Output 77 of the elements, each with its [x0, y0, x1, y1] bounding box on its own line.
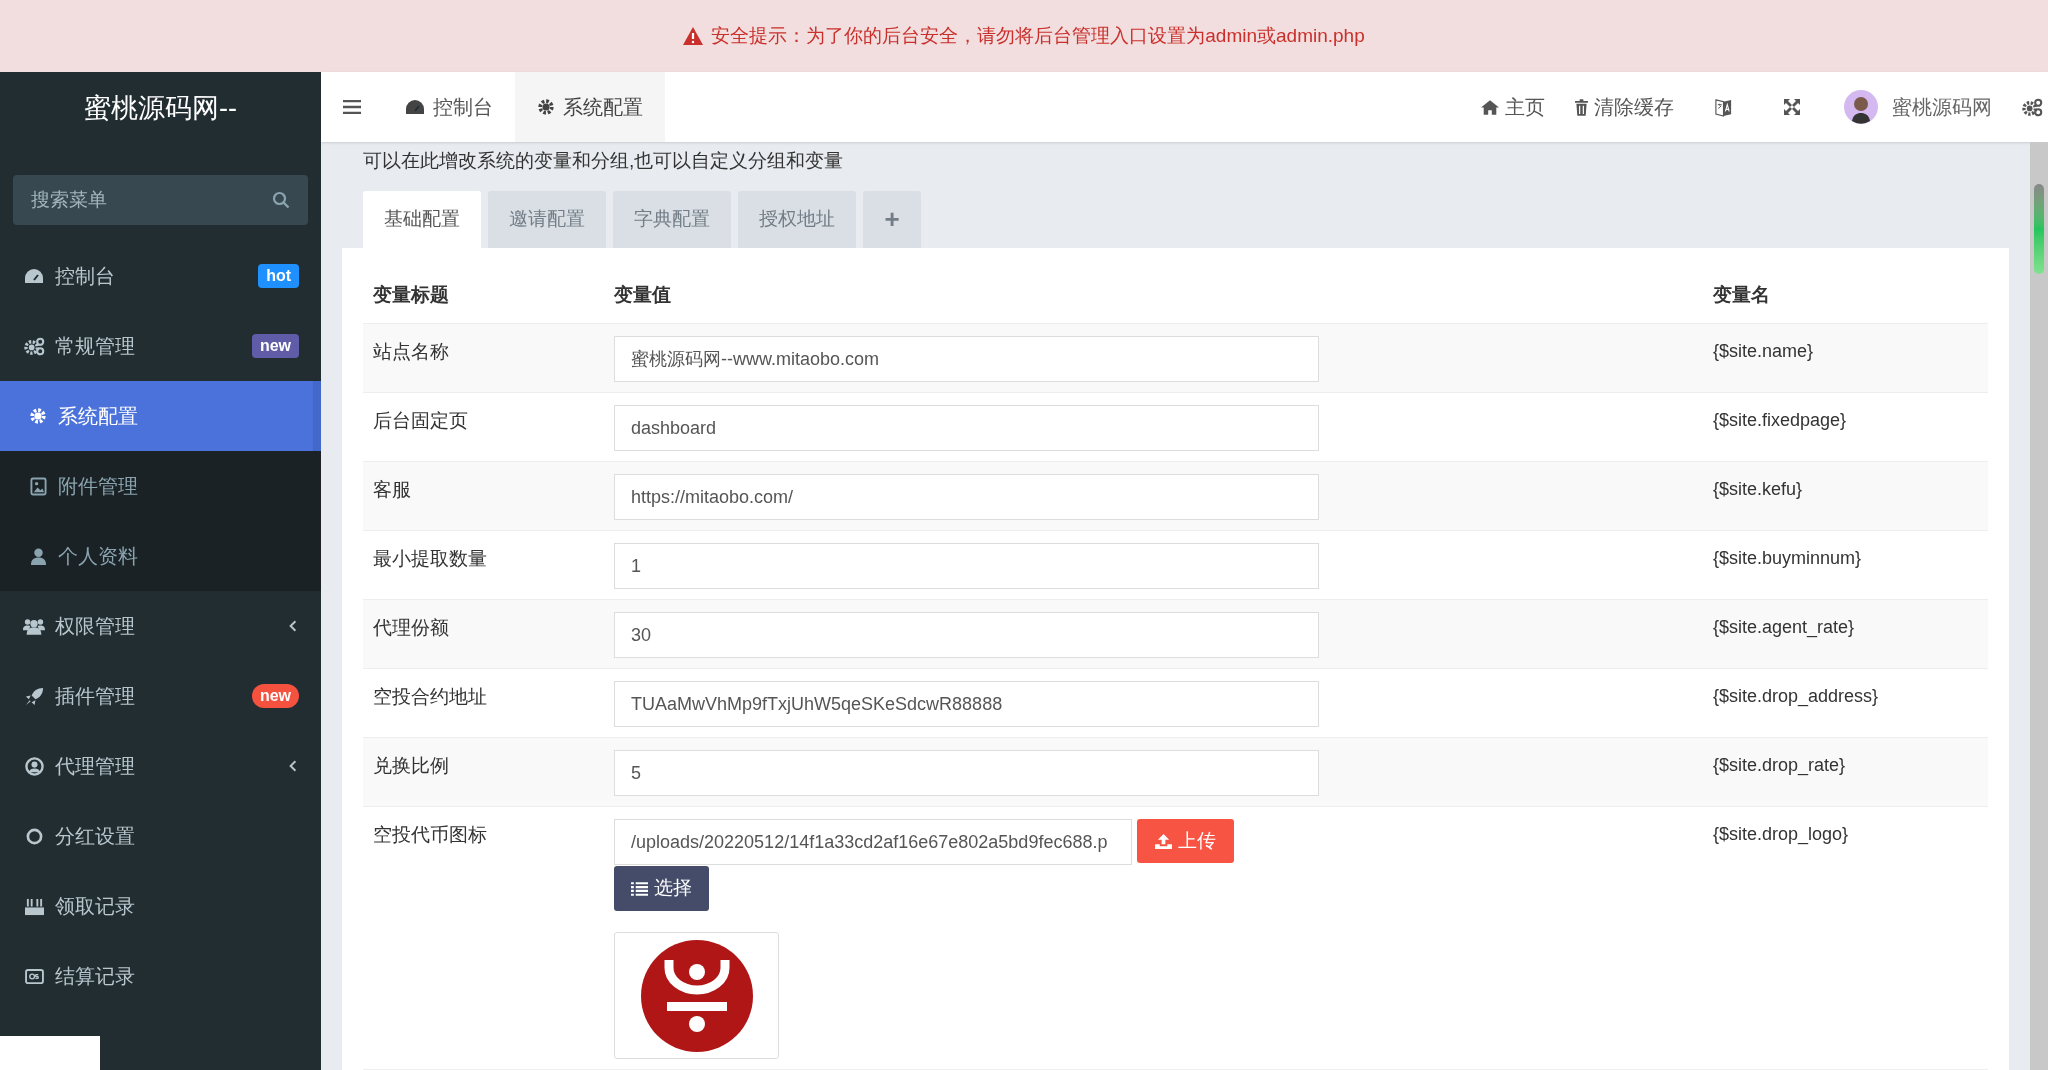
home-link[interactable]: 主页 [1466, 72, 1560, 142]
column-header: 变量名 [1703, 267, 1988, 324]
sidebar-item[interactable]: 控制台 hot [0, 241, 321, 311]
input-field[interactable]: 30 [614, 612, 1319, 658]
sidebar-subitem[interactable]: 个人资料 [0, 521, 321, 591]
search-icon [272, 191, 290, 209]
menu-icon [343, 100, 361, 114]
sidebar-item[interactable]: 插件管理 new [0, 661, 321, 731]
table-cell: 客服 [363, 461, 604, 531]
table-cell: 最小提取数量 [363, 530, 604, 600]
table-cell: 站点名称 [363, 323, 604, 393]
coin-logo-icon [640, 939, 753, 1052]
column-header: 变量值 [604, 267, 1703, 324]
sidebar-item[interactable]: 常规管理 new [0, 311, 321, 381]
table-cell: {$site.kefu} [1703, 461, 1988, 531]
sidebar-subitem[interactable]: 附件管理 [0, 451, 321, 521]
gear-icon [537, 98, 555, 116]
badge: new [251, 334, 299, 358]
config-tab[interactable]: 基础配置 [363, 190, 481, 248]
home-icon [1481, 99, 1499, 115]
input-field[interactable]: https://mitaobo.com/ [614, 474, 1319, 520]
input-field[interactable]: dashboard [614, 405, 1319, 451]
sidebar-item[interactable]: 代理管理 [0, 731, 321, 801]
input-field[interactable]: 1 [614, 543, 1319, 589]
table-cell: 后台固定页 [363, 392, 604, 462]
sidebar-subitem[interactable]: 系统配置 [0, 381, 321, 451]
expand-icon [1783, 98, 1801, 116]
input-field[interactable]: 蜜桃源码网--www.mitaobo.com [614, 336, 1319, 382]
column-header: 变量标题 [363, 267, 604, 324]
trash-icon [1575, 98, 1588, 116]
input-field[interactable]: /uploads/20220512/14f1a33cd2af16e67e802a5bd9fec688.p [614, 819, 1132, 865]
table-cell: 代理份额 [363, 599, 604, 669]
warning-icon [683, 27, 704, 45]
avatar [1844, 90, 1878, 124]
upload-icon [1155, 833, 1172, 849]
badge: new [251, 684, 299, 708]
user-menu[interactable]: 蜜桃源码网 [1826, 72, 2010, 142]
sidebar-item[interactable]: 权限管理 [0, 591, 321, 661]
cake-icon [23, 896, 45, 916]
gears-icon [2022, 97, 2043, 117]
badge: hot [258, 264, 299, 288]
site-logo: 蜜桃源码网-- [83, 92, 238, 126]
description-text: 可以在此增改系统的变量和分组,也可以自定义分组和变量 [362, 149, 845, 173]
user-circle-icon [23, 756, 45, 776]
table-cell: 兑换比例 [363, 737, 604, 807]
gear-icon [28, 407, 48, 425]
scrollbar-thumb[interactable] [2034, 184, 2044, 274]
dashboard-icon [23, 268, 45, 284]
user-icon [28, 547, 48, 565]
clear-cache-button[interactable]: 清除缓存 [1560, 72, 1689, 142]
nav-tab[interactable]: 控制台 [383, 72, 515, 142]
table-cell: {$site.drop_rate} [1703, 737, 1988, 807]
users-icon [23, 617, 45, 635]
input-field[interactable]: TUAaMwVhMp9fTxjUhW5qeSKeSdcwR88888 [614, 681, 1319, 727]
table-cell: {$site.agent_rate} [1703, 599, 1988, 669]
list-icon [631, 881, 648, 896]
sidebar-item[interactable]: 分红设置 [0, 801, 321, 871]
sidebar-item[interactable]: 领取记录 [0, 871, 321, 941]
table-cell: {$site.fixedpage} [1703, 392, 1988, 462]
rocket-icon [23, 686, 45, 706]
table-cell: {$site.buyminnum} [1703, 530, 1988, 600]
dashboard-icon [405, 99, 425, 115]
table-cell: {$site.drop_address} [1703, 668, 1988, 738]
table-cell: {$site.name} [1703, 323, 1988, 393]
table-cell: 空投合约地址 [363, 668, 604, 738]
image-icon [28, 476, 48, 496]
sidebar-item[interactable]: 结算记录 [0, 941, 321, 1011]
table-cell: {$site.drop_logo} [1703, 806, 1988, 1070]
nav-tab[interactable]: 系统配置 [515, 72, 665, 142]
table-cell: 空投代币图标 [363, 806, 604, 1070]
card-icon [23, 968, 45, 984]
alert-text: 安全提示：为了你的后台安全，请勿将后台管理入口设置为admin或admin.php [711, 23, 1365, 48]
search-field[interactable]: 搜索菜单 [13, 175, 308, 225]
translate-icon [1714, 97, 1733, 117]
choose-button[interactable]: 选择 [614, 866, 709, 911]
gears-icon [23, 336, 45, 356]
input-field[interactable]: 5 [614, 750, 1319, 796]
